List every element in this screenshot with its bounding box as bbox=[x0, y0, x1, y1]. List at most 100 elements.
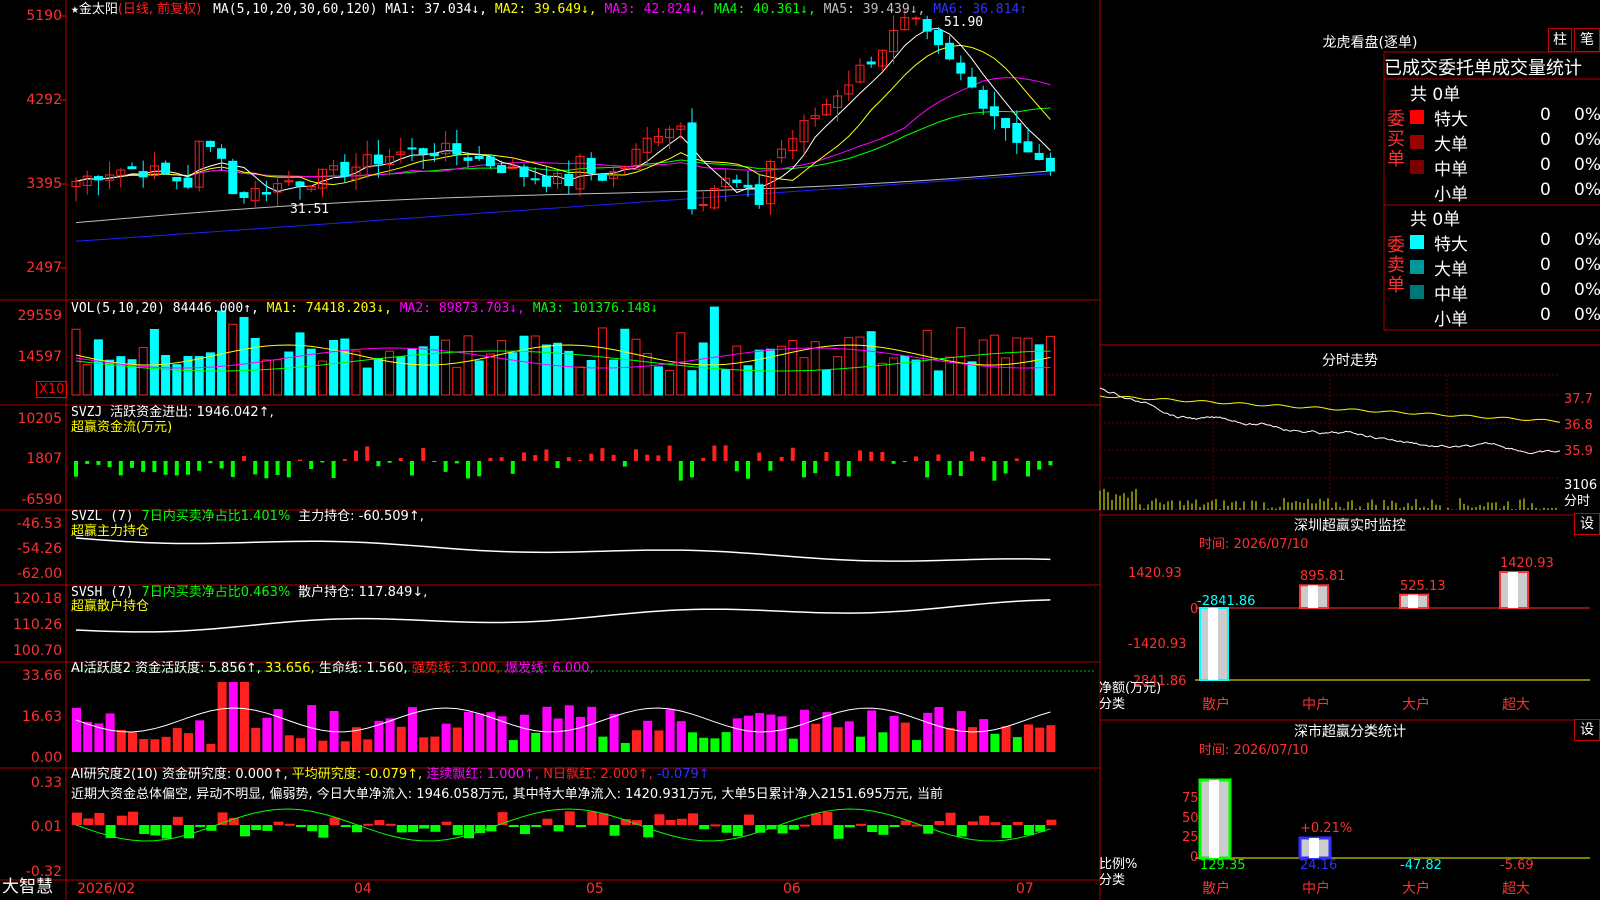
ai-research-t2: 平均研究度: -0.079↑, bbox=[291, 767, 423, 782]
research-bar bbox=[1012, 821, 1023, 825]
activity-bar bbox=[385, 718, 395, 752]
ai-active-label: AI活跃度2 bbox=[71, 661, 131, 676]
research-bar bbox=[800, 824, 810, 827]
capital-flow-bar bbox=[790, 447, 795, 461]
research-bar bbox=[374, 820, 385, 825]
bar-mode-button[interactable]: 柱 bbox=[1548, 28, 1572, 52]
active-axis-label: 0.00 bbox=[30, 750, 62, 766]
capital-flow-bar bbox=[768, 461, 773, 471]
buy-order-name: 小单 bbox=[1434, 185, 1468, 205]
activity-bar bbox=[665, 709, 675, 752]
capital-flow-bar bbox=[275, 461, 280, 475]
sell-order-swatch bbox=[1410, 235, 1424, 249]
capital-flow-bar bbox=[96, 461, 101, 465]
volume-bar bbox=[306, 348, 316, 396]
vol-value: 84446.000↑, bbox=[172, 301, 259, 316]
capital-flow-bar bbox=[197, 461, 202, 471]
capital-flow-bar bbox=[152, 461, 157, 473]
svzl-text2: 主力持仓: -60.509↑, bbox=[298, 509, 424, 524]
sell-side-label: 委卖单 bbox=[1387, 235, 1405, 296]
class-settings-button[interactable]: 设 bbox=[1574, 719, 1600, 741]
buy-order-row: 小单 0 0% bbox=[1410, 180, 1600, 205]
capital-flow-bar bbox=[779, 456, 784, 461]
candle-body bbox=[866, 61, 876, 65]
price-axis-label: 2497 bbox=[26, 260, 62, 276]
pen-mode-button[interactable]: 笔 bbox=[1574, 28, 1600, 52]
capital-flow-bar bbox=[376, 461, 381, 467]
capital-flow-bar bbox=[410, 461, 414, 476]
volume-bar bbox=[362, 367, 372, 396]
activity-bar bbox=[128, 732, 137, 752]
research-bar bbox=[833, 825, 844, 839]
brand-label: 大智慧 bbox=[2, 877, 53, 897]
volume-bar bbox=[161, 354, 171, 396]
research-bar bbox=[710, 824, 721, 827]
candle-body bbox=[205, 140, 215, 148]
research-bar bbox=[576, 825, 586, 827]
capital-flow-bar bbox=[645, 454, 650, 461]
research-bar bbox=[945, 812, 956, 825]
candle-body bbox=[239, 192, 249, 199]
sell-order-swatch bbox=[1410, 260, 1424, 274]
vol-header: VOL(5,10,20) 84446.000↑, MA1: 74418.203↓… bbox=[71, 301, 658, 316]
candle-body bbox=[989, 106, 999, 117]
capital-flow-bar bbox=[510, 461, 515, 474]
monitor-settings-button[interactable]: 设 bbox=[1574, 513, 1600, 535]
research-bar bbox=[688, 813, 698, 825]
volume-bar bbox=[575, 366, 585, 396]
research-bar bbox=[1024, 825, 1034, 836]
monitor-bar-highlight bbox=[1308, 585, 1318, 608]
high-price-marker: 51.90 bbox=[944, 15, 984, 30]
vol-label: VOL(5,10,20) bbox=[71, 301, 165, 316]
capital-flow-bar bbox=[398, 458, 403, 461]
volume-bar bbox=[642, 353, 652, 396]
activity-bar bbox=[688, 732, 697, 752]
svsh-text2: 散户持仓: 117.849↓, bbox=[298, 585, 428, 600]
chart-canvas[interactable] bbox=[0, 0, 1600, 900]
candle-body bbox=[485, 156, 495, 167]
svzj-sub: 超赢资金流(万元) bbox=[71, 420, 173, 435]
class-value: -5.69 bbox=[1500, 858, 1534, 873]
volume-bar bbox=[754, 349, 764, 396]
research-bar bbox=[564, 811, 575, 825]
volume-bar bbox=[833, 356, 843, 396]
activity-bar bbox=[228, 682, 238, 752]
active-axis-label: 33.66 bbox=[21, 668, 62, 684]
research-bar bbox=[979, 815, 990, 825]
monitor-bar-label: 525.13 bbox=[1400, 578, 1446, 594]
capital-flow-bar bbox=[970, 451, 974, 461]
volume-bar bbox=[138, 347, 148, 396]
activity-bar bbox=[340, 741, 350, 752]
svzl-axis-label: -54.26 bbox=[16, 541, 62, 557]
volume-bar bbox=[1001, 357, 1011, 396]
activity-bar bbox=[856, 736, 865, 752]
volume-bar bbox=[1045, 335, 1055, 396]
activity-bar bbox=[161, 736, 171, 752]
research-bar bbox=[296, 825, 306, 827]
research-bar bbox=[788, 825, 799, 830]
sell-order-count: 0 bbox=[1540, 230, 1551, 250]
price-axis-label: 5190 bbox=[26, 8, 62, 24]
research-bar bbox=[408, 825, 418, 833]
activity-bar bbox=[912, 740, 921, 752]
intraday-title: 分时走势 bbox=[1322, 353, 1378, 369]
capital-flow-bar bbox=[74, 461, 78, 477]
ma1-line bbox=[75, 27, 1051, 194]
capital-flow-bar bbox=[163, 461, 168, 475]
class-axis-label: 75 bbox=[1182, 791, 1199, 806]
activity-bar bbox=[654, 730, 664, 752]
volume-bar bbox=[665, 369, 675, 396]
class-value: 129.35 bbox=[1200, 858, 1246, 873]
volume-bar bbox=[239, 316, 249, 396]
capital-flow-bar bbox=[298, 459, 302, 461]
ma-label: MA(5,10,20,30,60,120) bbox=[213, 2, 378, 17]
research-bar bbox=[128, 811, 138, 825]
activity-bar bbox=[867, 710, 877, 752]
star-icon[interactable]: ★ bbox=[71, 2, 79, 17]
capital-flow-bar bbox=[186, 461, 190, 475]
activity-bar bbox=[1012, 737, 1022, 752]
research-bar bbox=[721, 825, 732, 833]
chart-mode[interactable]: (日线, 前复权) bbox=[118, 2, 201, 17]
volume-bar bbox=[452, 366, 462, 396]
class-bar-label: +0.21% bbox=[1300, 821, 1353, 836]
